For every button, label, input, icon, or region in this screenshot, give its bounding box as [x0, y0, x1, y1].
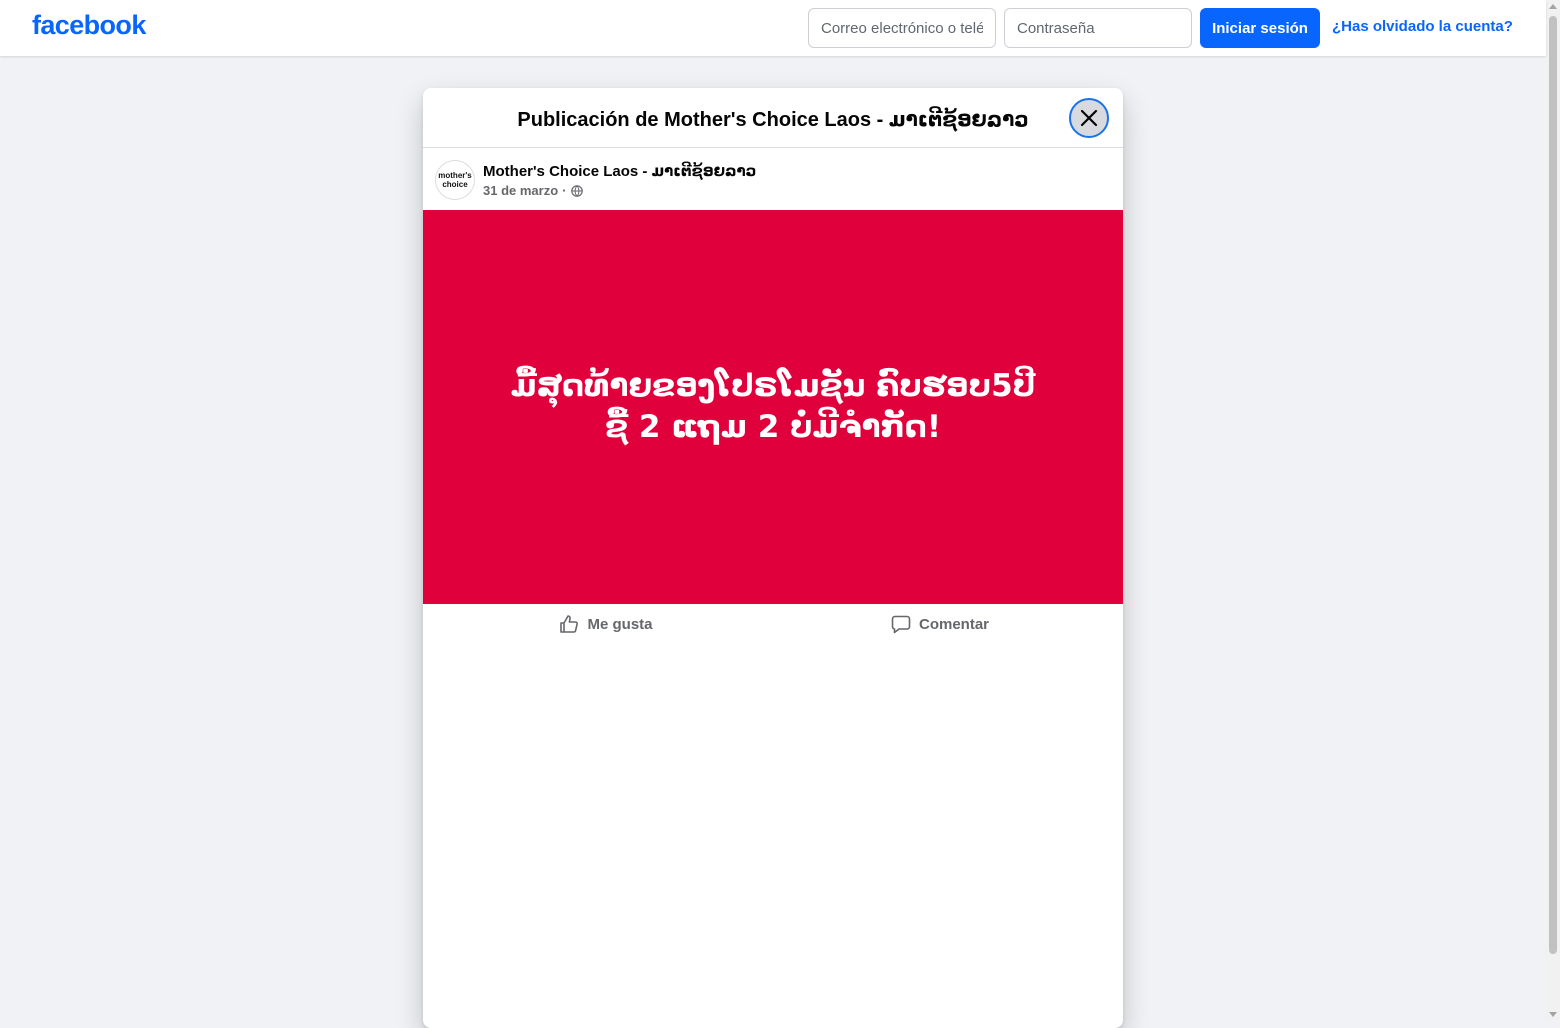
close-button[interactable]	[1069, 98, 1109, 138]
comment-icon	[891, 615, 911, 634]
facebook-logo[interactable]: facebook	[32, 10, 146, 41]
comment-label: Comentar	[918, 615, 989, 633]
modal-header: Publicación de Mother's Choice Laos - ມາ…	[423, 88, 1123, 148]
banner-text-line: ຊື້ 2 ແຖມ 2 ບໍ່ມີຈຳກັດ!	[604, 409, 941, 445]
scroll-up-icon[interactable]	[1549, 4, 1557, 9]
comment-button[interactable]: Comentar	[765, 604, 1115, 644]
post-image-banner[interactable]: ມື້ສຸດທ້າຍຂອງໂປຣໂມຊັນ ຄົບຮອບ5ປີ ຊື້ 2 ແຖ…	[423, 210, 1123, 604]
scroll-thumb[interactable]	[1549, 16, 1557, 954]
page-scrollbar[interactable]	[1546, 0, 1560, 1021]
forgot-account-link[interactable]: ¿Has olvidado la cuenta?	[1332, 18, 1513, 35]
banner-text-line: ມື້ສຸດທ້າຍຂອງໂປຣໂມຊັນ ຄົບຮອບ5ປີ	[510, 368, 1036, 404]
avatar-text-line: choice	[442, 180, 468, 189]
meta-separator: ·	[562, 183, 567, 198]
email-input[interactable]	[808, 8, 996, 48]
post-date-link[interactable]: 31 de marzo	[483, 183, 558, 198]
avatar-text-line: mother's	[438, 171, 472, 180]
post-actions: Me gusta Comentar	[423, 604, 1123, 644]
globe-icon[interactable]	[570, 184, 583, 197]
post-meta: 31 de marzo ·	[483, 183, 583, 198]
modal-title: Publicación de Mother's Choice Laos - ມາ…	[517, 109, 1029, 131]
login-button[interactable]: Iniciar sesión	[1200, 8, 1320, 48]
close-icon	[1080, 109, 1098, 127]
like-button[interactable]: Me gusta	[431, 604, 781, 644]
top-bar: facebook Iniciar sesión ¿Has olvidado la…	[0, 0, 1546, 56]
page-name-link[interactable]: Mother's Choice Laos - ມາເຕີຊ້ອຍລາວ	[483, 162, 756, 180]
thumbs-up-icon	[560, 615, 579, 633]
scroll-down-icon[interactable]	[1549, 1012, 1557, 1017]
password-input[interactable]	[1004, 8, 1192, 48]
post-modal: Publicación de Mother's Choice Laos - ມາ…	[423, 88, 1123, 1028]
post-header: mother's choice Mother's Choice Laos - ມ…	[435, 160, 1111, 202]
avatar[interactable]: mother's choice	[435, 160, 475, 200]
like-label: Me gusta	[587, 615, 653, 633]
